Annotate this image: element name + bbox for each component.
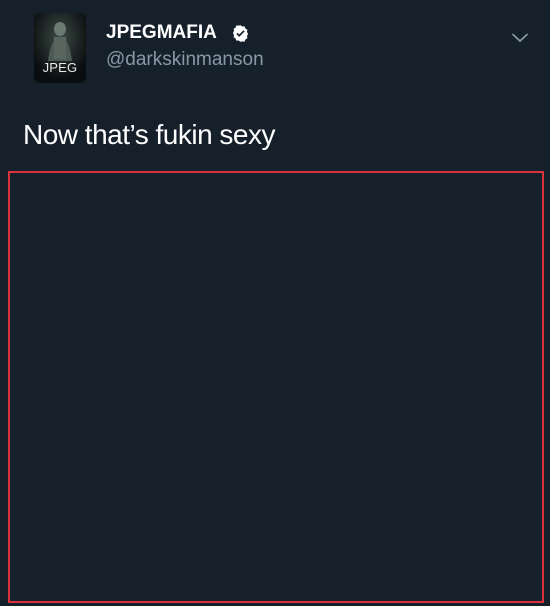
tweet-media[interactable]: [8, 171, 544, 603]
avatar-label: JPEG: [42, 60, 78, 75]
tweet-text: Now that’s fukin sexy: [23, 119, 276, 150]
verified-badge-icon: [232, 25, 249, 42]
avatar[interactable]: JPEG: [34, 13, 86, 83]
tweet-header: JPEG JPEGMAFIA @darkskinmanson: [0, 0, 550, 100]
display-name[interactable]: JPEGMAFIA: [106, 22, 217, 44]
chevron-down-icon[interactable]: [510, 28, 530, 48]
handle[interactable]: @darkskinmanson: [106, 49, 264, 71]
